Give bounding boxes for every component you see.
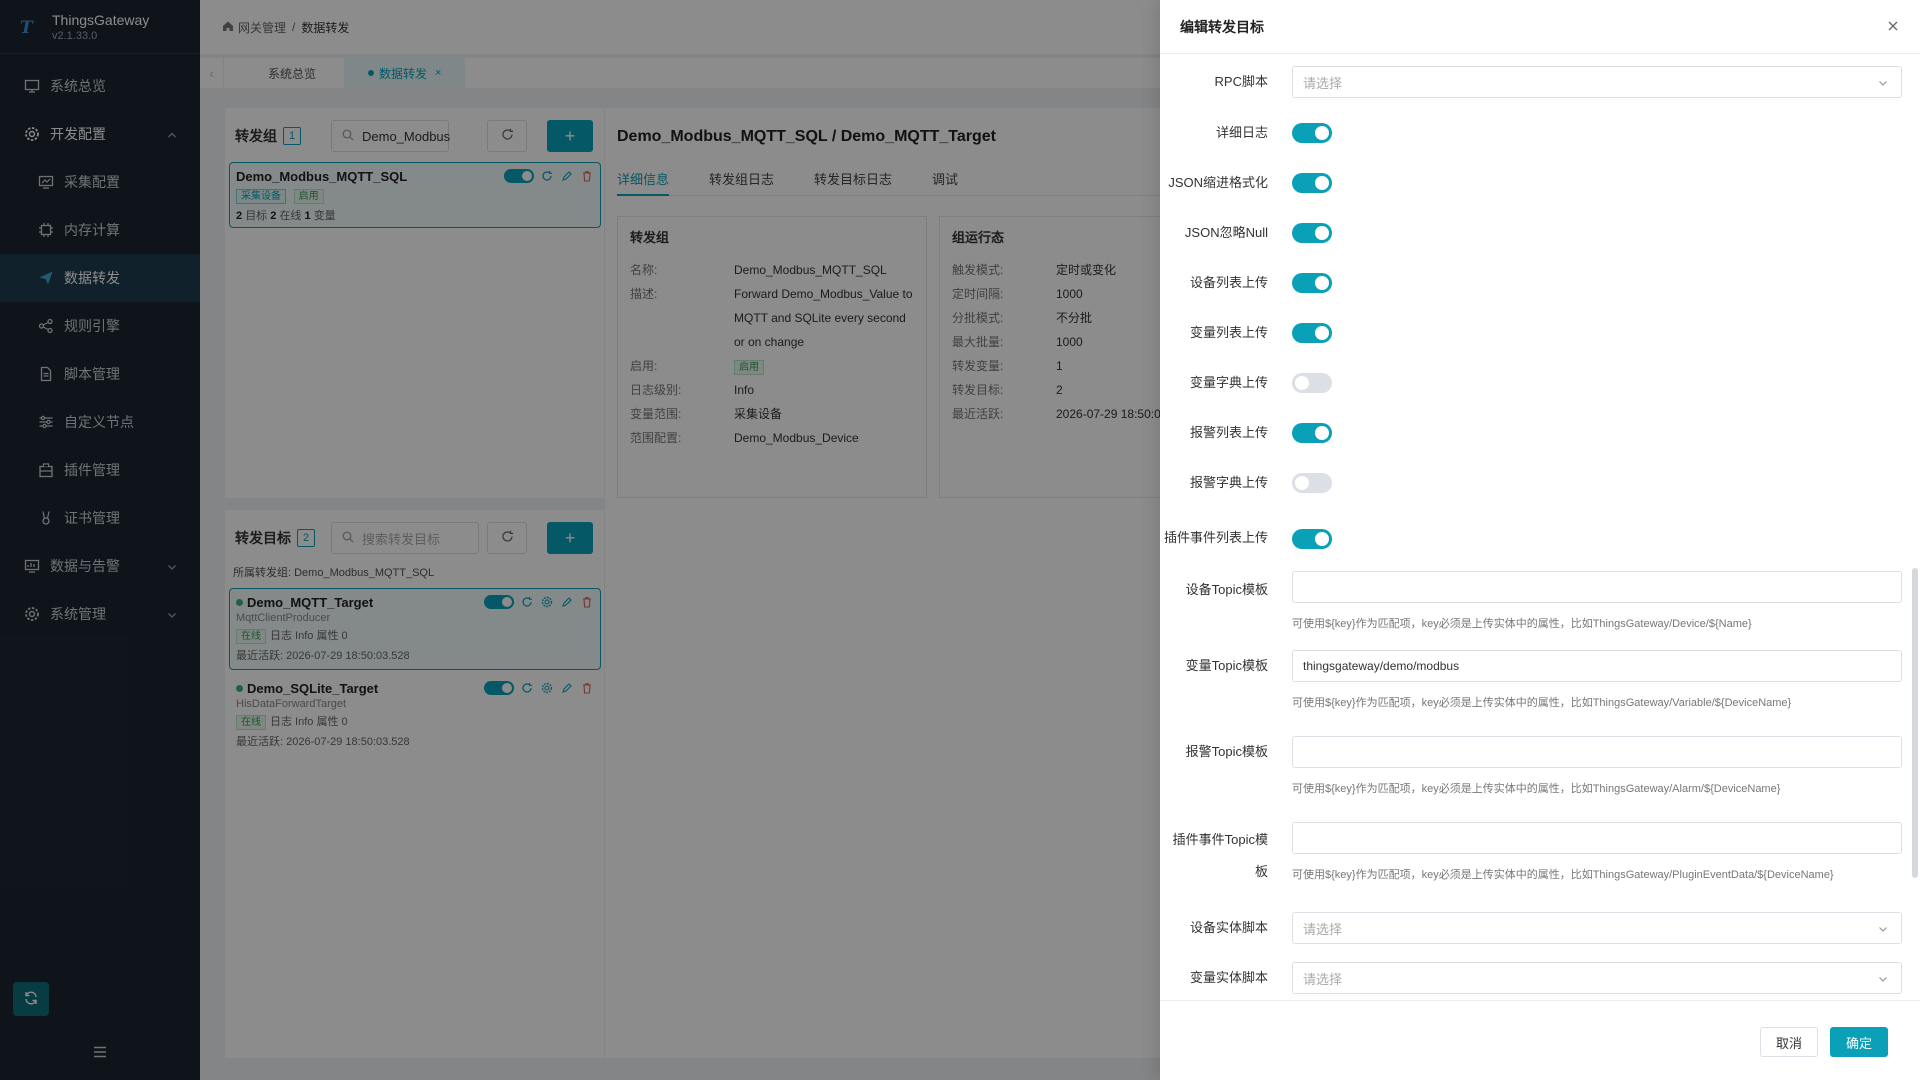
field-label: 变量字典上传	[1189, 374, 1268, 390]
field-hint: 可使用${key}作为匹配项，key必须是上传实体中的属性，比如ThingsGa…	[1292, 697, 1792, 709]
field-label: JSON缩进格式化	[1168, 174, 1268, 190]
form-row-detail-log: 详细日志	[1160, 122, 1904, 144]
form-row-device-topic: 设备Topic模板 可使用${key}作为匹配项，key必须是上传实体中的属性，…	[1160, 566, 1904, 636]
cancel-button[interactable]: 取消	[1760, 1027, 1818, 1057]
confirm-button[interactable]: 确定	[1830, 1027, 1888, 1057]
field-label: JSON忽略Null	[1184, 224, 1268, 240]
chevron-down-icon	[1877, 973, 1889, 985]
field-label: 报警字典上传	[1189, 474, 1268, 490]
device-entity-script-select[interactable]: 请选择	[1292, 912, 1902, 944]
variable-entity-script-select[interactable]: 请选择	[1292, 962, 1902, 994]
form-row-plugin-event-list-upload: 插件事件列表上传	[1160, 522, 1904, 566]
input-value: thingsgateway/demo/modbus	[1303, 659, 1460, 673]
edit-target-drawer: 编辑转发目标 RPC脚本 请选择 详细日志 JSON缩进格式化 JSON忽略Nu…	[1160, 0, 1920, 1080]
plugin-event-topic-input[interactable]	[1292, 822, 1902, 854]
field-label: 设备Topic模板	[1185, 582, 1268, 597]
field-label: 插件事件列表上传	[1163, 530, 1268, 545]
plugin-event-list-upload-toggle[interactable]	[1292, 529, 1332, 549]
drawer-scrollbar[interactable]	[1912, 568, 1918, 878]
field-label: RPC脚本	[1214, 73, 1268, 89]
json-ignore-null-toggle[interactable]	[1292, 223, 1332, 243]
form-row-alarm-topic: 报警Topic模板 可使用${key}作为匹配项，key必须是上传实体中的属性，…	[1160, 736, 1904, 806]
variable-list-upload-toggle[interactable]	[1292, 323, 1332, 343]
field-label: 变量实体脚本	[1189, 969, 1268, 985]
field-label: 变量Topic模板	[1185, 658, 1268, 673]
field-hint: 可使用${key}作为匹配项，key必须是上传实体中的属性，比如ThingsGa…	[1292, 869, 1834, 881]
field-label: 详细日志	[1215, 124, 1268, 140]
form-row-rpc-script: RPC脚本 请选择	[1160, 66, 1904, 98]
field-hint: 可使用${key}作为匹配项，key必须是上传实体中的属性，比如ThingsGa…	[1292, 618, 1752, 630]
field-label: 变量列表上传	[1189, 324, 1268, 340]
form-row-device-entity-script: 设备实体脚本 请选择	[1160, 912, 1904, 944]
chevron-down-icon	[1877, 923, 1889, 935]
device-list-upload-toggle[interactable]	[1292, 273, 1332, 293]
field-label: 设备列表上传	[1189, 274, 1268, 290]
field-label: 插件事件Topic模板	[1172, 832, 1268, 879]
select-placeholder: 请选择	[1303, 921, 1343, 937]
select-placeholder: 请选择	[1303, 75, 1343, 91]
close-icon[interactable]	[1886, 19, 1900, 33]
drawer-header: 编辑转发目标	[1160, 0, 1920, 54]
detail-log-toggle[interactable]	[1292, 123, 1332, 143]
select-placeholder: 请选择	[1303, 971, 1343, 987]
json-indent-toggle[interactable]	[1292, 173, 1332, 193]
drawer-footer: 取消 确定	[1160, 1000, 1920, 1080]
rpc-script-select[interactable]: 请选择	[1292, 66, 1902, 98]
form-row-alarm-list-upload: 报警列表上传	[1160, 422, 1904, 444]
form-row-variable-list-upload: 变量列表上传	[1160, 322, 1904, 344]
form-row-json-indent: JSON缩进格式化	[1160, 172, 1904, 194]
alarm-topic-input[interactable]	[1292, 736, 1902, 768]
form-row-variable-dict-upload: 变量字典上传	[1160, 372, 1904, 394]
field-label: 报警Topic模板	[1185, 744, 1268, 759]
field-label: 报警列表上传	[1189, 424, 1268, 440]
form-row-variable-entity-script: 变量实体脚本 请选择	[1160, 962, 1904, 994]
chevron-down-icon	[1877, 77, 1889, 89]
field-label: 设备实体脚本	[1189, 919, 1268, 935]
alarm-dict-upload-toggle[interactable]	[1292, 473, 1332, 493]
variable-dict-upload-toggle[interactable]	[1292, 373, 1332, 393]
form-row-json-ignore-null: JSON忽略Null	[1160, 222, 1904, 244]
device-topic-input[interactable]	[1292, 571, 1902, 603]
alarm-list-upload-toggle[interactable]	[1292, 423, 1332, 443]
form-row-plugin-event-topic: 插件事件Topic模板 可使用${key}作为匹配项，key必须是上传实体中的属…	[1160, 822, 1904, 896]
form-row-device-list-upload: 设备列表上传	[1160, 272, 1904, 294]
form-row-alarm-dict-upload: 报警字典上传	[1160, 472, 1904, 494]
field-hint: 可使用${key}作为匹配项，key必须是上传实体中的属性，比如ThingsGa…	[1292, 783, 1781, 795]
drawer-title: 编辑转发目标	[1180, 18, 1264, 35]
variable-topic-input[interactable]: thingsgateway/demo/modbus	[1292, 650, 1902, 682]
drawer-body: RPC脚本 请选择 详细日志 JSON缩进格式化 JSON忽略Null 设备列表…	[1160, 54, 1920, 1000]
form-row-variable-topic: 变量Topic模板 thingsgateway/demo/modbus 可使用$…	[1160, 650, 1904, 720]
